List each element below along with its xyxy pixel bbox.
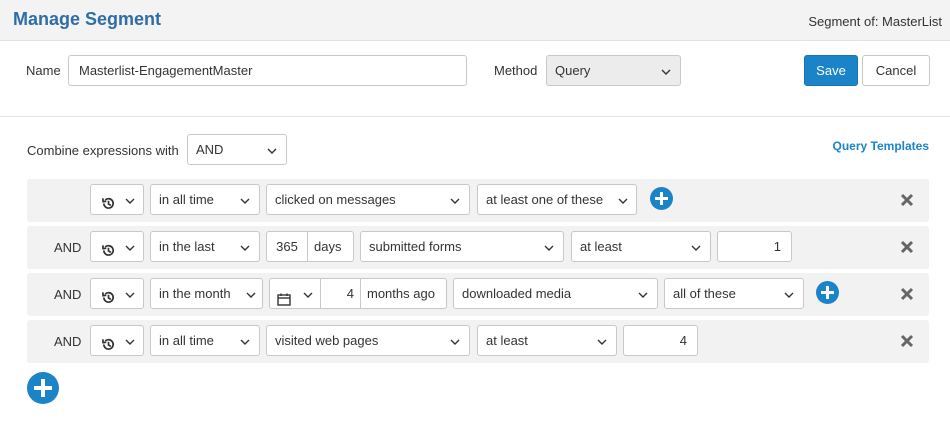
chevron-down-icon: [125, 326, 135, 355]
combine-select-value: AND: [196, 142, 224, 157]
chevron-down-icon: [661, 56, 671, 85]
days-input-group: 365 days: [266, 231, 354, 262]
qualifier-select[interactable]: at least: [571, 231, 711, 262]
history-icon: [101, 333, 116, 362]
chevron-down-icon: [597, 326, 607, 355]
action-select[interactable]: clicked on messages: [266, 184, 470, 215]
cancel-button[interactable]: Cancel: [862, 55, 930, 86]
action-select[interactable]: downloaded media: [453, 278, 658, 309]
page-title: Manage Segment: [13, 9, 162, 29]
qualifier-value: all of these: [673, 286, 736, 301]
history-select[interactable]: [90, 184, 144, 215]
time-range-value: in all time: [159, 192, 214, 207]
expression-row: AND in the last 365 days submitted forms…: [27, 226, 929, 269]
chevron-down-icon: [267, 135, 277, 164]
chevron-down-icon: [450, 326, 460, 355]
name-label: Name: [26, 63, 61, 78]
chevron-down-icon: [125, 232, 135, 261]
add-value-button[interactable]: [816, 281, 839, 304]
months-input-group: 4 months ago: [269, 278, 447, 309]
row-operator: AND: [54, 240, 82, 255]
time-range-value: in the month: [159, 286, 231, 301]
count-input[interactable]: 4: [623, 325, 698, 356]
history-icon: [101, 192, 116, 221]
chevron-down-icon: [784, 279, 794, 308]
save-button[interactable]: Save: [804, 55, 858, 86]
time-range-select[interactable]: in the month: [150, 278, 263, 309]
time-range-value: in all time: [159, 333, 214, 348]
chevron-down-icon: [544, 232, 554, 261]
time-range-value: in the last: [159, 239, 215, 254]
segment-form: Name Masterlist-EngagementMaster Method …: [0, 41, 950, 117]
query-templates-link[interactable]: Query Templates: [833, 139, 929, 153]
action-value: downloaded media: [462, 286, 572, 301]
remove-row-icon[interactable]: [900, 193, 914, 207]
chevron-down-icon: [125, 279, 135, 308]
method-label: Method: [494, 63, 538, 78]
days-number-input[interactable]: 365: [267, 232, 307, 261]
calendar-picker[interactable]: [270, 279, 320, 308]
history-icon: [101, 239, 116, 268]
method-select[interactable]: Query: [546, 55, 681, 86]
calendar-icon: [277, 287, 291, 316]
qualifier-select[interactable]: all of these: [664, 278, 804, 309]
history-select[interactable]: [90, 231, 144, 262]
chevron-down-icon: [691, 232, 701, 261]
expression-row: AND in all time visited web pages at lea…: [27, 320, 929, 363]
combine-select[interactable]: AND: [187, 134, 287, 165]
action-value: visited web pages: [275, 333, 379, 348]
remove-row-icon[interactable]: [900, 334, 914, 348]
action-value: submitted forms: [369, 239, 462, 254]
qualifier-value: at least one of these: [486, 192, 604, 207]
qualifier-select[interactable]: at least one of these: [477, 184, 637, 215]
method-select-value: Query: [555, 63, 591, 78]
combine-label: Combine expressions with: [27, 143, 179, 158]
add-expression-button[interactable]: [27, 372, 59, 404]
qualifier-select[interactable]: at least: [477, 325, 617, 356]
qualifier-value: at least: [580, 239, 622, 254]
time-range-select[interactable]: in all time: [150, 325, 260, 356]
expression-row: in all time clicked on messages at least…: [27, 179, 929, 222]
time-range-select[interactable]: in the last: [150, 231, 260, 262]
segment-of-label: Segment of: MasterList: [808, 14, 942, 29]
history-icon: [101, 286, 116, 315]
months-number-input[interactable]: 4: [320, 279, 360, 308]
chevron-down-icon: [125, 185, 135, 214]
qualifier-value: at least: [486, 333, 528, 348]
chevron-down-icon: [240, 326, 250, 355]
row-operator: AND: [54, 287, 82, 302]
row-operator: AND: [54, 334, 82, 349]
time-range-select[interactable]: in all time: [150, 184, 260, 215]
chevron-down-icon: [240, 185, 250, 214]
chevron-down-icon: [246, 279, 256, 308]
history-select[interactable]: [90, 278, 144, 309]
months-unit-label: months ago: [360, 279, 441, 308]
chevron-down-icon: [618, 185, 628, 214]
name-input[interactable]: Masterlist-EngagementMaster: [68, 55, 467, 86]
remove-row-icon[interactable]: [900, 287, 914, 301]
chevron-down-icon: [240, 232, 250, 261]
action-value: clicked on messages: [275, 192, 396, 207]
chevron-down-icon: [638, 279, 648, 308]
add-value-button[interactable]: [650, 187, 673, 210]
header-bar: Manage Segment Segment of: MasterList: [0, 0, 950, 41]
action-select[interactable]: visited web pages: [266, 325, 470, 356]
remove-row-icon[interactable]: [900, 240, 914, 254]
count-input[interactable]: 1: [717, 231, 792, 262]
days-unit-label: days: [307, 232, 347, 261]
expression-row: AND in the month 4 months ago downloaded…: [27, 273, 929, 316]
history-select[interactable]: [90, 325, 144, 356]
action-select[interactable]: submitted forms: [360, 231, 564, 262]
chevron-down-icon: [450, 185, 460, 214]
chevron-down-icon: [303, 279, 313, 308]
